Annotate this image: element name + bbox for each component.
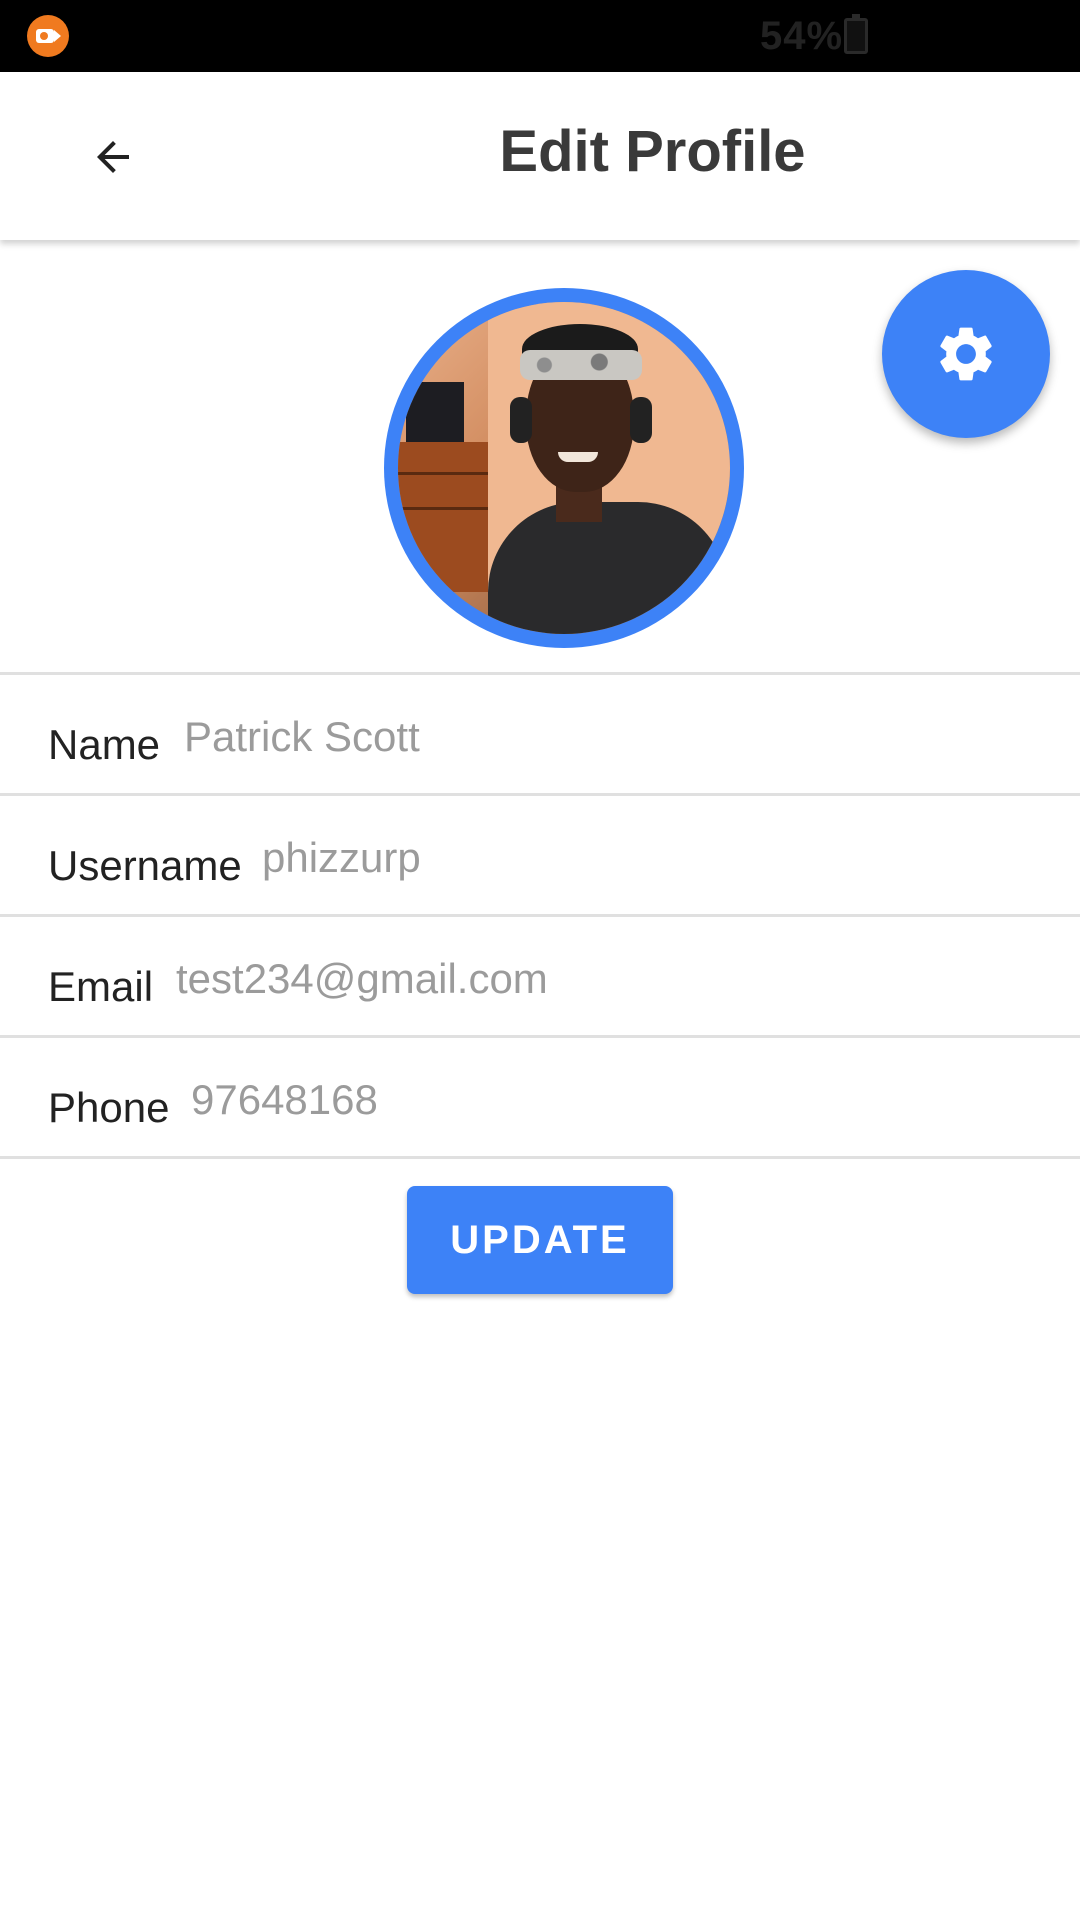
gear-icon [940,327,992,381]
battery-percent: 54% [760,14,844,58]
battery-icon [844,14,868,54]
divider [0,1156,1080,1159]
phone-input[interactable]: 97648168 [191,1076,378,1124]
update-button[interactable]: UPDATE [407,1186,673,1294]
phone-field-row: Phone 97648168 [0,1038,1080,1156]
avatar[interactable] [384,288,744,648]
username-label: Username [48,842,242,889]
username-input[interactable]: phizzurp [262,834,421,882]
profile-form: Name Patrick Scott Username phizzurp Ema… [0,672,1080,1159]
name-field-row: Name Patrick Scott [0,675,1080,793]
status-bar: 54% [0,0,1080,72]
name-label: Name [48,721,161,768]
email-field-row: Email test234@gmail.com [0,917,1080,1035]
app-bar: Edit Profile [0,72,1080,240]
phone-label: Phone [48,1084,170,1131]
email-input[interactable]: test234@gmail.com [176,955,548,1003]
settings-button[interactable] [882,270,1050,438]
username-field-row: Username phizzurp [0,796,1080,914]
screen-recorder-icon [27,15,69,57]
email-label: Email [48,963,154,1010]
page-title: Edit Profile [499,119,806,184]
profile-photo [398,302,730,634]
name-input[interactable]: Patrick Scott [184,713,420,761]
